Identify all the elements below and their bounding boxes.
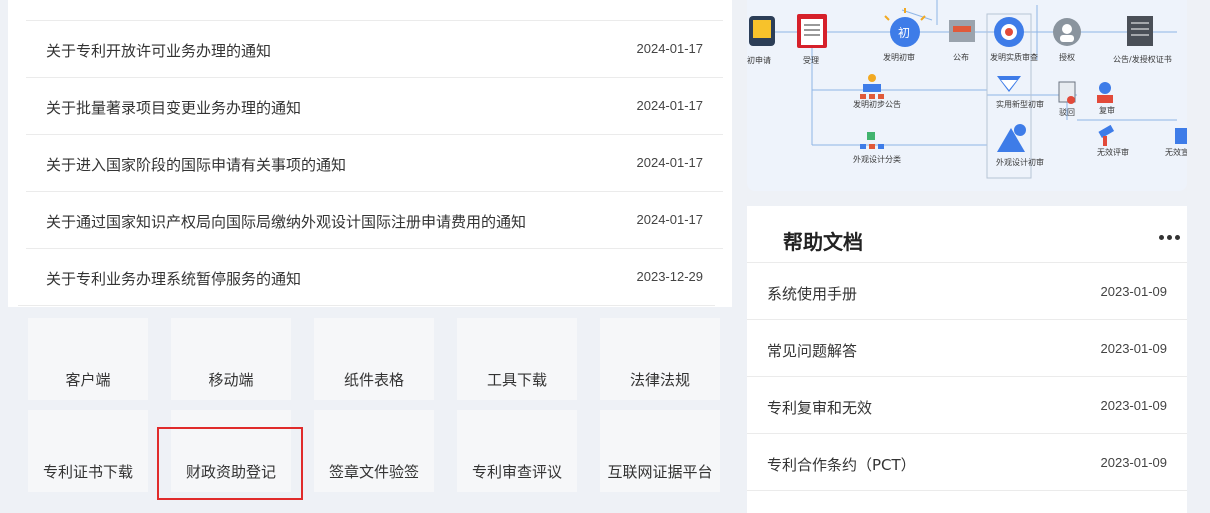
tile-signature-verify[interactable]: 签章文件验签 xyxy=(314,410,434,492)
notice-row[interactable]: 关于专利开放许可业务办理的通知 2024-01-17 xyxy=(26,20,723,77)
help-item-date: 2023-01-09 xyxy=(1100,341,1168,356)
tile-label: 专利审查评议 xyxy=(471,463,562,481)
tile-certificate-download[interactable]: 专利证书下载 xyxy=(28,410,148,492)
tile-laws[interactable]: 法律法规 xyxy=(600,318,720,400)
grant-icon: 授权 xyxy=(1053,18,1081,62)
notice-title[interactable]: 关于专利业务办理系统暂停服务的通知 xyxy=(46,268,301,289)
apply-icon: 初申请 xyxy=(747,16,775,65)
help-item-date: 2023-01-09 xyxy=(1100,284,1168,299)
divider xyxy=(747,490,1187,491)
flow-label: 受理 xyxy=(803,55,819,65)
flow-label: 实用新型初审 xyxy=(996,99,1044,109)
help-item-title[interactable]: 专利合作条约（PCT） xyxy=(767,454,916,475)
tile-client[interactable]: 客户端 xyxy=(28,318,148,400)
highlight-box xyxy=(157,427,303,500)
help-row[interactable]: 常见问题解答 2023-01-09 xyxy=(747,319,1187,376)
divider xyxy=(18,305,715,306)
flow-label: 初申请 xyxy=(747,55,771,65)
help-item-date: 2023-01-09 xyxy=(1100,398,1168,413)
flow-label: 无效评审 xyxy=(1097,147,1129,157)
flow-svg: 初申请 受理 初 发明初审 公布 发明实质审查 授权 公告/发授权证书 发明初步… xyxy=(747,0,1187,179)
help-item-date: 2023-01-09 xyxy=(1100,455,1168,470)
tile-label: 工具下载 xyxy=(486,371,547,389)
tile-label: 纸件表格 xyxy=(343,371,404,389)
help-docs-title: 帮助文档 xyxy=(783,230,863,254)
tile-mobile[interactable]: 移动端 xyxy=(171,318,291,400)
design-class-icon: 外观设计分类 xyxy=(853,132,901,164)
tile-paper-forms[interactable]: 纸件表格 xyxy=(314,318,434,400)
review-icon: 复审 xyxy=(1097,82,1115,115)
notice-title[interactable]: 关于通过国家知识产权局向国际局缴纳外观设计国际注册申请费用的通知 xyxy=(46,211,526,232)
flow-label: 发明实质审查 xyxy=(990,52,1038,62)
help-row[interactable]: 系统使用手册 2023-01-09 xyxy=(747,262,1187,319)
invalid-hammer-icon: 无效评审 xyxy=(1097,124,1129,157)
flow-label: 授权 xyxy=(1059,52,1075,62)
notice-date: 2024-01-17 xyxy=(636,41,704,56)
help-docs-card: 帮助文档 系统使用手册 2023-01-09 常见问题解答 2023-01-09… xyxy=(747,206,1187,513)
tile-label: 互联网证据平台 xyxy=(607,463,713,481)
left-panel: 关于专利开放许可业务办理的通知 2024-01-17 关于批量著录项目变更业务办… xyxy=(0,0,740,513)
tile-exam-review[interactable]: 专利审查评议 xyxy=(457,410,577,492)
tile-label: 客户端 xyxy=(65,371,111,389)
accept-icon: 受理 xyxy=(797,14,827,65)
flow-label: 公告/发授权证书 xyxy=(1113,54,1172,64)
publish-icon: 公布 xyxy=(949,20,975,62)
flow-label: 公布 xyxy=(953,52,969,62)
invalid-doc-icon: 无效宣告 xyxy=(1165,128,1187,157)
tile-evidence-platform[interactable]: 互联网证据平台 xyxy=(600,410,720,492)
flow-label: 外观设计初审 xyxy=(996,157,1044,167)
notice-list: 关于专利开放许可业务办理的通知 2024-01-17 关于批量著录项目变更业务办… xyxy=(26,20,723,305)
notice-date: 2024-01-17 xyxy=(636,212,704,227)
notice-date: 2023-12-29 xyxy=(636,269,704,284)
notice-title[interactable]: 关于批量著录项目变更业务办理的通知 xyxy=(46,97,301,118)
notice-row[interactable]: 关于专利业务办理系统暂停服务的通知 2023-12-29 xyxy=(26,248,723,305)
notice-row[interactable]: 关于进入国家阶段的国际申请有关事项的通知 2024-01-17 xyxy=(26,134,723,191)
certificate-icon: 公告/发授权证书 xyxy=(1113,16,1172,64)
notice-title[interactable]: 关于进入国家阶段的国际申请有关事项的通知 xyxy=(46,154,346,175)
tile-tool-download[interactable]: 工具下载 xyxy=(457,318,577,400)
notice-date: 2024-01-17 xyxy=(636,98,704,113)
flow-label: 初 xyxy=(898,26,910,40)
utility-model-icon: 实用新型初审 xyxy=(996,76,1044,109)
reject-icon: 驳回 xyxy=(1058,81,1076,117)
flow-label: 发明初审 xyxy=(883,52,915,62)
help-item-title[interactable]: 专利复审和无效 xyxy=(767,397,872,418)
help-list: 系统使用手册 2023-01-09 常见问题解答 2023-01-09 专利复审… xyxy=(747,262,1187,490)
help-item-title[interactable]: 系统使用手册 xyxy=(767,283,857,304)
help-row[interactable]: 专利复审和无效 2023-01-09 xyxy=(747,376,1187,433)
initial-exam-icon: 初 发明初审 xyxy=(883,8,926,62)
design-exam-icon: 外观设计初审 xyxy=(996,124,1044,167)
process-flow-diagram[interactable]: 初申请 受理 初 发明初审 公布 发明实质审查 授权 公告/发授权证书 发明初步… xyxy=(747,0,1187,191)
tile-label: 法律法规 xyxy=(629,371,690,389)
tile-label: 签章文件验签 xyxy=(328,463,419,481)
flow-label: 外观设计分类 xyxy=(853,154,901,164)
notice-row[interactable]: 关于批量著录项目变更业务办理的通知 2024-01-17 xyxy=(26,77,723,134)
notice-title[interactable]: 关于专利开放许可业务办理的通知 xyxy=(46,40,271,61)
flow-label: 发明初步公告 xyxy=(853,99,901,109)
tile-label: 专利证书下载 xyxy=(42,463,133,481)
flow-label: 无效宣告 xyxy=(1165,147,1187,157)
flow-label: 驳回 xyxy=(1059,108,1075,117)
help-row[interactable]: 专利合作条约（PCT） 2023-01-09 xyxy=(747,433,1187,490)
tile-label: 移动端 xyxy=(208,371,254,389)
quick-links: 客户端 移动端 纸件表格 工具下载 法律法规 专利证书下载 财政资助登记 签章文… xyxy=(28,318,728,508)
flow-label: 复审 xyxy=(1099,105,1115,115)
more-icon[interactable] xyxy=(1159,230,1187,244)
notice-row[interactable]: 关于通过国家知识产权局向国际局缴纳外观设计国际注册申请费用的通知 2024-01… xyxy=(26,191,723,248)
notice-date: 2024-01-17 xyxy=(636,155,704,170)
notice-card: 关于专利开放许可业务办理的通知 2024-01-17 关于批量著录项目变更业务办… xyxy=(8,0,732,307)
invention-publish-icon: 发明初步公告 xyxy=(853,74,901,109)
help-item-title[interactable]: 常见问题解答 xyxy=(767,340,857,361)
